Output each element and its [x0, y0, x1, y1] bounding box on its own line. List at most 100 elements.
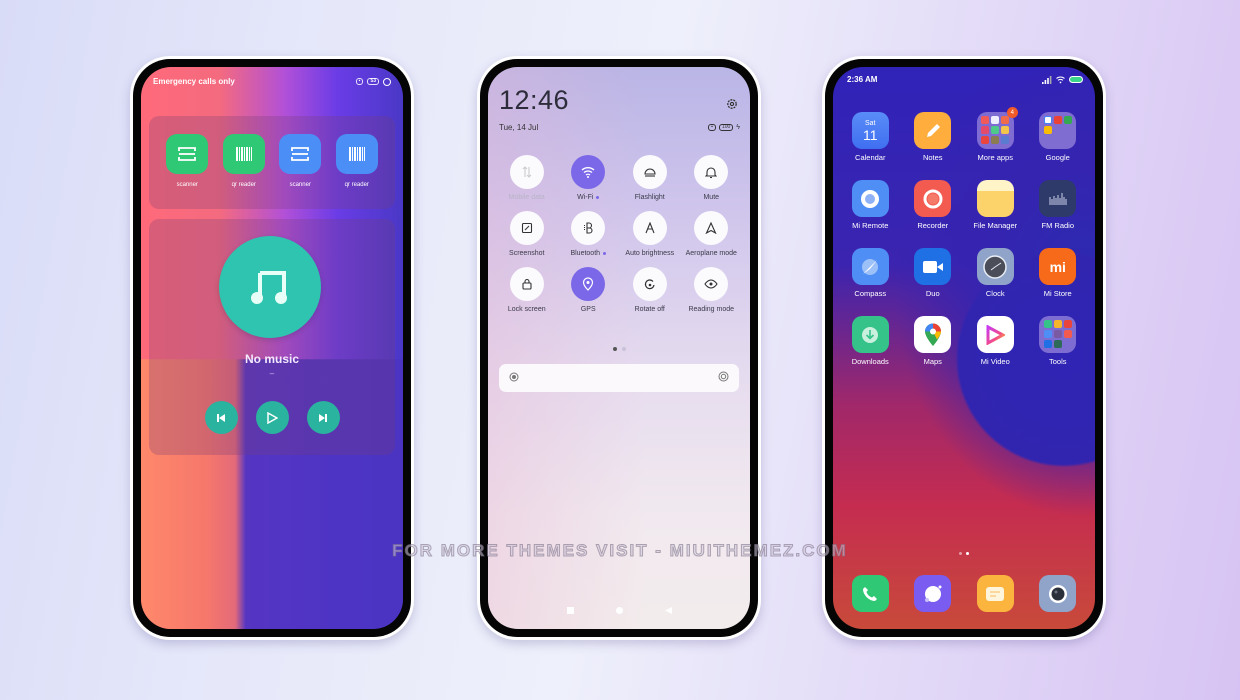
home-button[interactable] — [615, 601, 623, 619]
page-indicator — [488, 347, 750, 351]
widget-qr-reader-green[interactable]: qr reader — [222, 134, 265, 188]
app-label: Compass — [854, 289, 887, 298]
tile-screenshot[interactable]: Screenshot — [496, 211, 558, 257]
app-recorder[interactable]: Recorder — [902, 180, 965, 230]
clock-date: Tue, 14 Jul — [499, 123, 539, 132]
watermark-text: FOR MORE THEMES VISIT - MIUITHEMEZ.COM — [392, 541, 848, 561]
notes-icon — [914, 112, 952, 149]
flashlight-icon — [632, 155, 667, 189]
tile-bluetooth[interactable]: Bluetooth — [558, 211, 620, 257]
app-label: File Manager — [973, 221, 1018, 230]
folder-icon: 4 — [976, 107, 1018, 149]
tile-gps[interactable]: GPS — [558, 267, 620, 313]
status-bar: Emergency calls only ▪ 53 — [153, 77, 391, 86]
brightness-slider[interactable] — [499, 364, 739, 392]
play-button[interactable] — [255, 401, 289, 434]
app-label: Clock — [985, 289, 1005, 298]
recorder-icon — [914, 180, 952, 217]
app-label: FM Radio — [1041, 221, 1074, 230]
camera-icon[interactable] — [1039, 575, 1077, 612]
app-label: Mi Remote — [852, 221, 889, 230]
app-folder-more-apps[interactable]: 4 More apps — [964, 107, 1027, 162]
music-widget-card: No music – — [149, 219, 395, 455]
app-label: Google — [1045, 153, 1070, 162]
page-dot — [621, 347, 626, 351]
app-duo[interactable]: Duo — [902, 248, 965, 298]
app-clock[interactable]: Clock — [964, 248, 1027, 298]
play-icon — [976, 316, 1014, 353]
tile-flashlight[interactable]: Flashlight — [619, 155, 681, 201]
settings-gear-icon[interactable] — [726, 97, 738, 115]
widget-scanner-blue[interactable]: scanner — [279, 134, 322, 188]
tile-rotate[interactable]: Rotate off — [619, 267, 681, 313]
app-calendar[interactable]: Sat 11 Calendar — [839, 112, 902, 162]
radio-icon — [1039, 180, 1077, 217]
brightness-low-icon — [509, 369, 519, 387]
wifi-icon — [1056, 76, 1065, 84]
tile-reading-mode[interactable]: Reading mode — [681, 267, 743, 313]
download-icon — [851, 316, 889, 353]
app-label: Notes — [922, 153, 943, 162]
app-folder-google[interactable]: Google — [1027, 112, 1090, 162]
screen-record-icon: ▪ — [708, 124, 716, 131]
next-button[interactable] — [306, 401, 340, 434]
phone-icon[interactable] — [851, 575, 889, 612]
mi-logo: mi — [1049, 258, 1066, 275]
location-icon — [571, 267, 606, 301]
message-icon[interactable] — [976, 575, 1014, 612]
tile-label: GPS — [580, 306, 596, 313]
tile-auto-brightness[interactable]: Auto brightness — [619, 211, 681, 257]
remote-icon — [851, 180, 889, 217]
app-label: Tools — [1048, 357, 1067, 366]
tile-label: Aeroplane mode — [685, 250, 737, 257]
rotate-icon — [632, 267, 667, 301]
chat-bubble-icon[interactable] — [914, 575, 952, 612]
file-manager-icon — [976, 180, 1014, 217]
back-button[interactable] — [664, 601, 672, 619]
tile-aeroplane-mode[interactable]: Aeroplane mode — [681, 211, 743, 257]
app-mi-remote[interactable]: Mi Remote — [839, 180, 902, 230]
app-compass[interactable]: Compass — [839, 248, 902, 298]
tile-label: Auto brightness — [625, 250, 675, 257]
notification-badge: 4 — [1006, 107, 1018, 118]
tile-mute[interactable]: Mute — [681, 155, 743, 201]
folder-icon — [1039, 316, 1077, 353]
music-note-icon[interactable] — [219, 236, 321, 338]
app-downloads[interactable]: Downloads — [839, 316, 902, 366]
tile-label: Lock screen — [507, 306, 546, 313]
tile-mobile-data[interactable]: Mobile data — [496, 155, 558, 201]
status-time: 2:36 AM — [847, 75, 878, 84]
app-mi-store[interactable]: mi Mi Store — [1027, 248, 1090, 298]
skip-previous-icon — [217, 413, 225, 422]
aeroplane-icon — [694, 211, 729, 245]
page-dot-active — [612, 347, 617, 351]
mi-store-icon: mi — [1039, 248, 1077, 285]
app-maps[interactable]: Maps — [902, 316, 965, 366]
app-notes[interactable]: Notes — [902, 112, 965, 162]
previous-button[interactable] — [204, 401, 238, 434]
app-file-manager[interactable]: File Manager — [964, 180, 1027, 230]
bluetooth-icon — [571, 211, 606, 245]
widget-qr-reader-blue[interactable]: qr reader — [335, 134, 378, 188]
app-label: Downloads — [851, 357, 889, 366]
battery-icon: 53 — [367, 78, 379, 85]
status-icons: ▪ 100 ϟ — [708, 124, 740, 131]
app-mi-video[interactable]: Mi Video — [964, 316, 1027, 366]
scanner-icon — [279, 134, 322, 174]
app-folder-tools[interactable]: Tools — [1027, 316, 1090, 366]
quick-settings-grid: Mobile data Wi-Fi Flashlight Mute Screen… — [496, 155, 742, 313]
compass-icon — [851, 248, 889, 285]
active-dot — [603, 251, 607, 255]
widget-label: qr reader — [231, 182, 256, 188]
settings-circle-icon — [383, 77, 391, 86]
widget-label: scanner — [176, 182, 198, 188]
tile-label: Screenshot — [509, 250, 545, 257]
tile-lock-screen[interactable]: Lock screen — [496, 267, 558, 313]
recents-button[interactable] — [566, 601, 574, 619]
app-fm-radio[interactable]: FM Radio — [1027, 180, 1090, 230]
tile-label: Mute — [703, 194, 720, 201]
tile-wifi[interactable]: Wi-Fi — [558, 155, 620, 201]
dock — [839, 575, 1089, 612]
tile-label: Mobile data — [508, 194, 545, 201]
widget-scanner-green[interactable]: scanner — [166, 134, 209, 188]
